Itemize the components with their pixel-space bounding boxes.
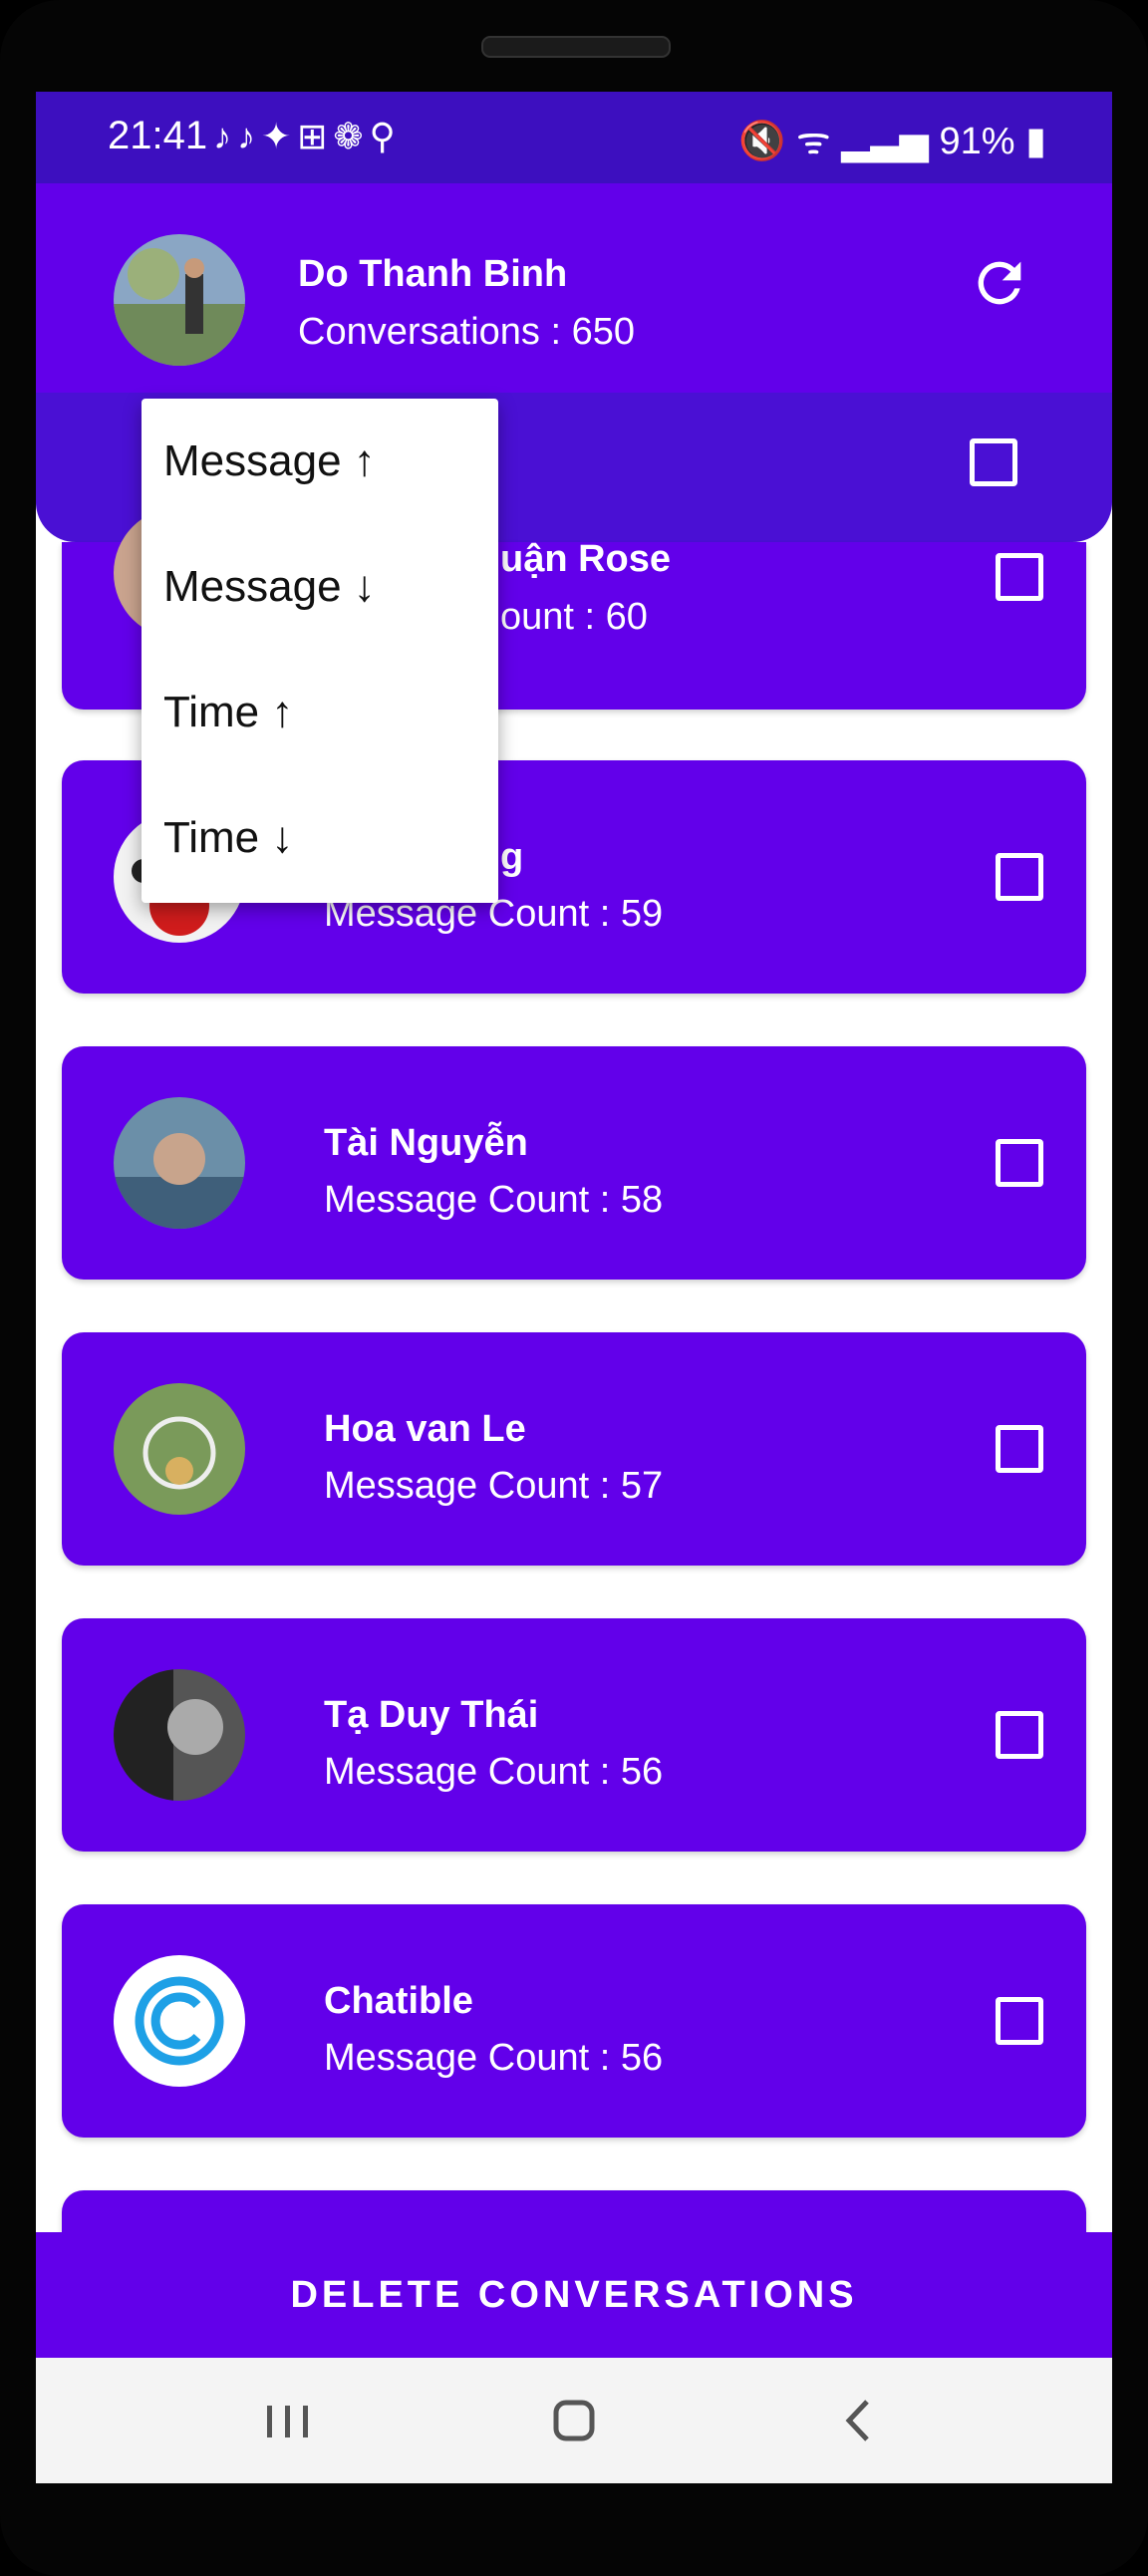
conversation-total: Conversations : 650 <box>298 311 635 353</box>
conversation-card[interactable]: Tạ Duy Thái Message Count : 56 <box>62 1618 1086 1852</box>
message-count: Message Count : 58 <box>324 1179 664 1221</box>
conversation-card[interactable]: Hoa van Le Message Count : 57 <box>62 1332 1086 1566</box>
sort-message-desc[interactable]: Message ↓ <box>142 524 498 650</box>
message-count: Message Count : 56 <box>324 1751 664 1793</box>
conversation-card[interactable]: Tài Nguyễn Message Count : 58 <box>62 1046 1086 1280</box>
select-checkbox[interactable] <box>996 1139 1043 1187</box>
select-checkbox[interactable] <box>996 553 1043 601</box>
sort-message-asc[interactable]: Message ↑ <box>142 399 498 524</box>
system-status-icons: 🔇 ᯤ ▂▃▅ 91% ▮ <box>738 121 1046 162</box>
select-checkbox[interactable] <box>996 1711 1043 1759</box>
contact-name: Hoa van Le <box>324 1408 526 1450</box>
message-count: Message Count : 57 <box>324 1465 664 1507</box>
select-checkbox[interactable] <box>996 853 1043 901</box>
message-count: Message Count : 56 <box>324 2037 664 2079</box>
notification-icons: ♪♪✦⊞❁⚲ <box>213 116 402 156</box>
contact-name: Tài Nguyễn <box>324 1122 528 1164</box>
contact-name: uận Rose <box>500 538 672 580</box>
contact-avatar <box>114 1669 245 1801</box>
chatible-logo <box>114 1955 245 2087</box>
sort-time-desc[interactable]: Time ↓ <box>142 775 498 901</box>
recent-apps-icon[interactable] <box>253 2386 323 2455</box>
status-time: 21:41 <box>108 114 208 157</box>
speaker-grille <box>481 36 671 58</box>
sort-menu: Message ↑ Message ↓ Time ↑ Time ↓ <box>142 399 498 903</box>
contact-avatar <box>114 1383 245 1515</box>
select-checkbox[interactable] <box>970 438 1017 486</box>
contact-name: g <box>500 836 524 878</box>
status-bar: 21:41 ♪♪✦⊞❁⚲ 🔇 ᯤ ▂▃▅ 91% ▮ <box>36 92 1112 183</box>
system-nav-bar <box>36 2358 1112 2483</box>
select-checkbox[interactable] <box>996 1425 1043 1473</box>
refresh-icon[interactable] <box>968 251 1031 315</box>
phone-frame: 21:41 ♪♪✦⊞❁⚲ 🔇 ᯤ ▂▃▅ 91% ▮ Do Thanh Binh… <box>0 0 1148 2576</box>
delete-conversations-button[interactable]: DELETE CONVERSATIONS <box>36 2232 1112 2358</box>
contact-avatar <box>114 1097 245 1229</box>
contact-name: Tạ Duy Thái <box>324 1694 539 1736</box>
app-screen: 21:41 ♪♪✦⊞❁⚲ 🔇 ᯤ ▂▃▅ 91% ▮ Do Thanh Binh… <box>36 92 1112 2483</box>
select-checkbox[interactable] <box>996 1997 1043 2045</box>
contact-name: Chatible <box>324 1980 473 2022</box>
message-count: ount : 60 <box>500 596 648 638</box>
profile-name: Do Thanh Binh <box>298 253 568 295</box>
conversation-card[interactable]: Chatible Message Count : 56 <box>62 1904 1086 2138</box>
sort-time-asc[interactable]: Time ↑ <box>142 650 498 775</box>
home-icon[interactable] <box>539 2386 609 2455</box>
back-icon[interactable] <box>823 2386 893 2455</box>
profile-avatar <box>114 234 245 366</box>
